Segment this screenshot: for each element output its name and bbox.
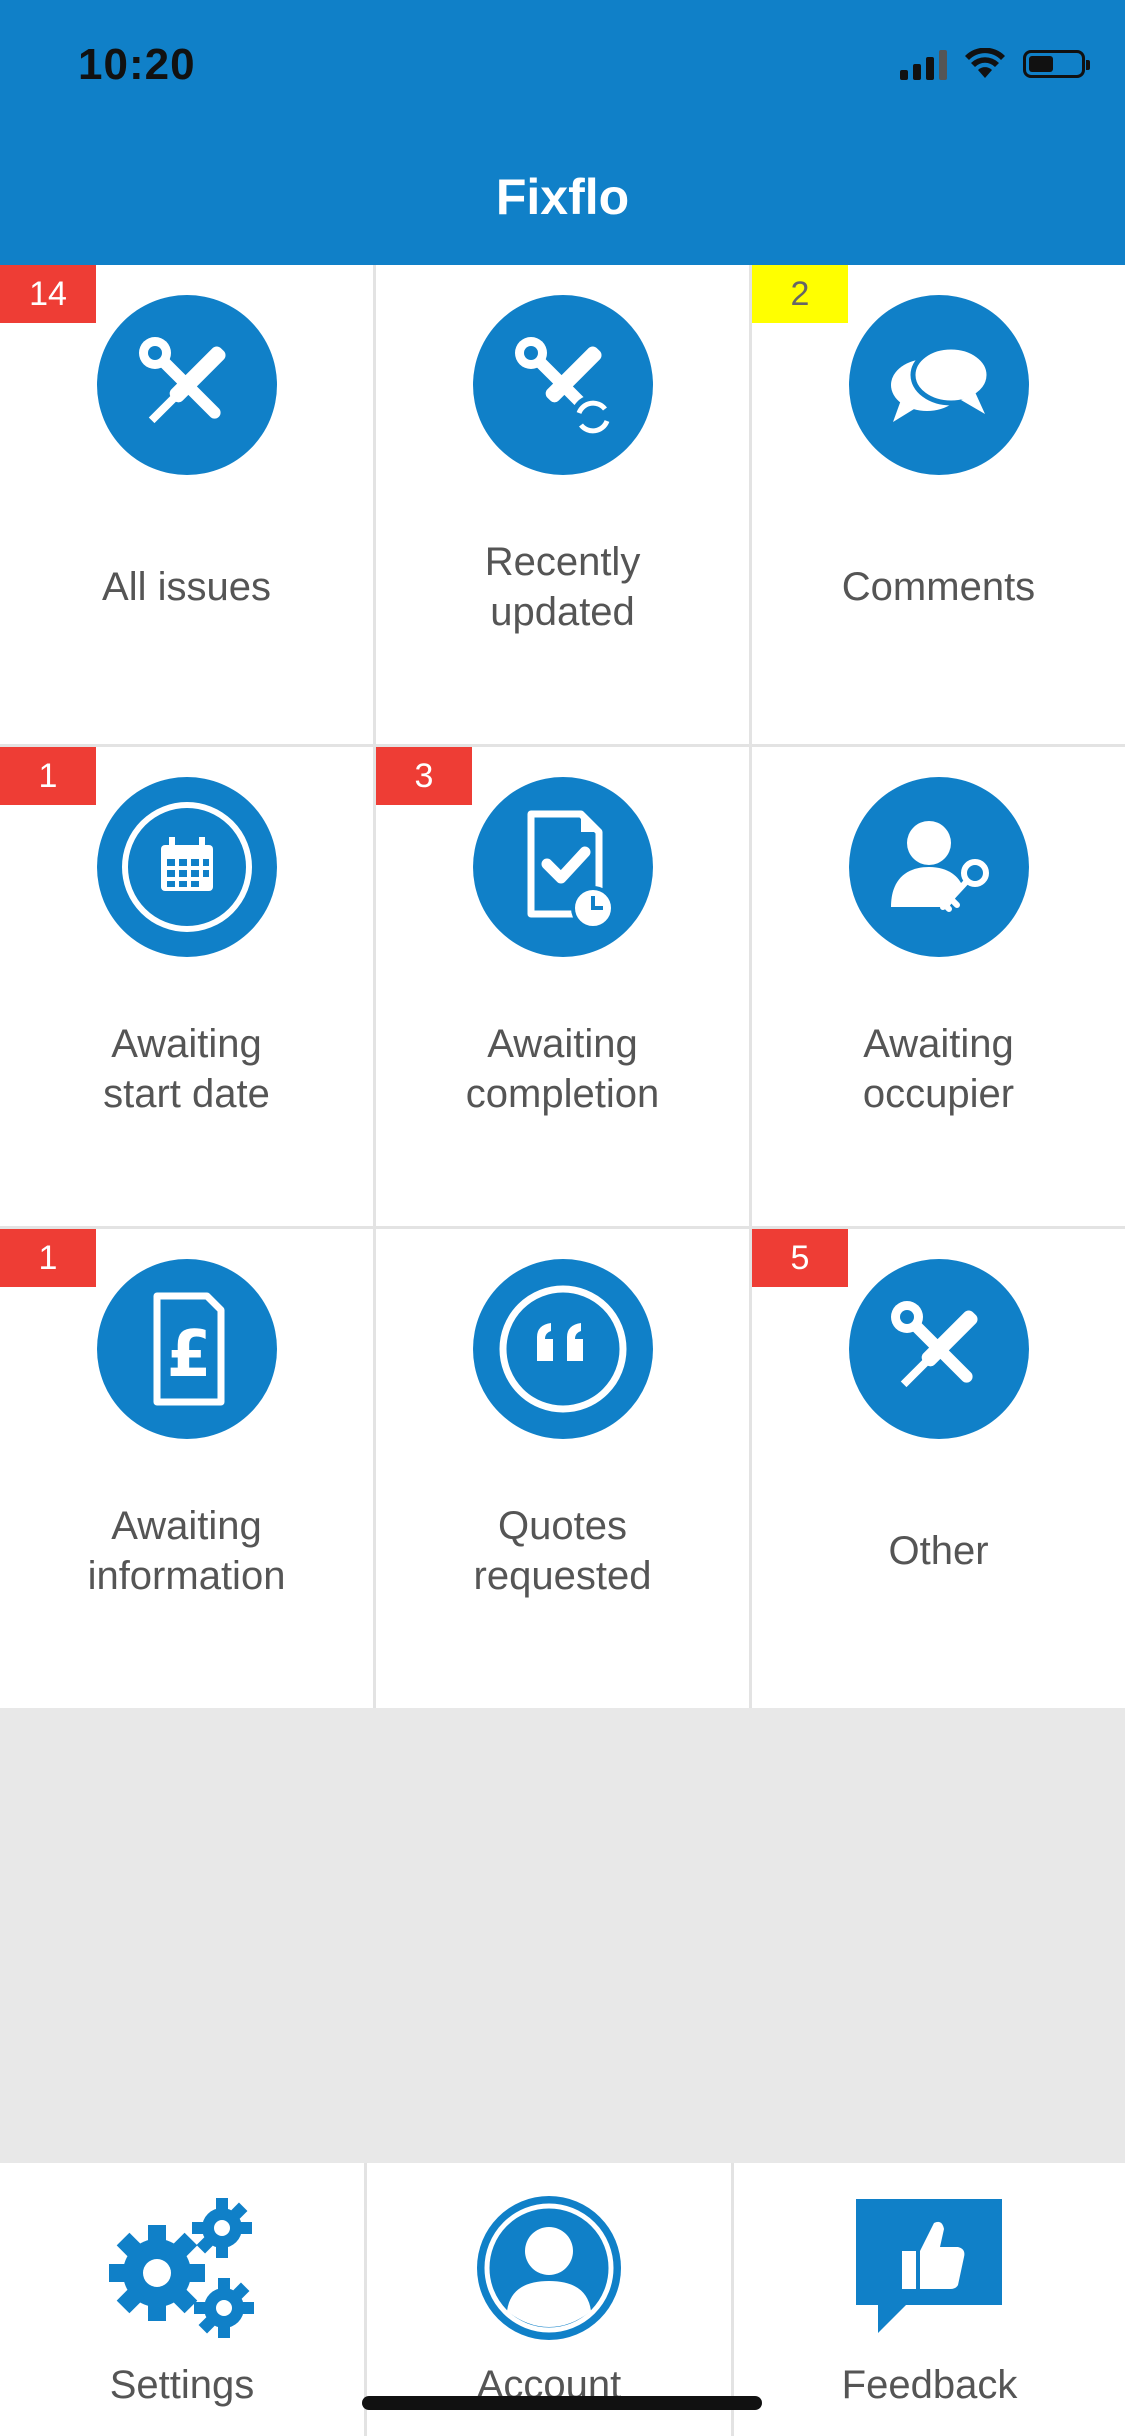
tile-quotes-requested[interactable]: Quotes requested [376,1229,749,1708]
tile-label-line1: Awaiting [487,1022,638,1066]
page-title: Fixflo [495,169,630,225]
wrench-screwdriver-icon [848,1259,1029,1439]
tile-label-line2: occupier [862,1072,1015,1116]
home-indicator[interactable] [362,2396,762,2410]
tile-awaiting-information[interactable]: 1 £ Awaiting information [0,1229,373,1708]
svg-text:£: £ [166,1318,211,1392]
nav-feedback[interactable]: Feedback [734,2163,1125,2436]
status-time: 10:20 [78,40,196,89]
wrench-screwdriver-icon [96,295,277,475]
comment-count-badge: 2 [752,265,848,323]
battery-icon [1023,50,1090,78]
tile-label-line2: completion [465,1072,660,1116]
tile-label: Quotes requested [376,1504,749,1708]
tile-label-line1: Comments [841,565,1036,609]
tile-label-line2: start date [103,1072,270,1116]
issue-count-badge: 3 [376,747,472,805]
tile-label-line1: Quotes [498,1504,627,1548]
issue-count-badge: 1 [0,1229,96,1287]
wrench-refresh-icon [472,295,653,475]
nav-settings[interactable]: Settings [0,2163,364,2436]
tile-label: Awaiting completion [376,1022,749,1226]
speech-bubbles-icon [848,295,1029,475]
tile-label: Awaiting information [0,1504,373,1708]
app-header: 10:20 Fixflo [0,0,1125,265]
tile-label-line1: Awaiting [111,1504,262,1548]
tile-label: All issues [0,540,373,744]
issue-count-badge: 14 [0,265,96,323]
tile-label: Comments [752,540,1125,744]
calendar-icon [96,777,277,957]
status-icons [900,48,1090,80]
tile-label-line1: All issues [102,565,271,609]
tile-awaiting-occupier[interactable]: Awaiting occupier [752,747,1125,1226]
tile-label-line2: requested [473,1554,652,1598]
document-check-clock-icon [472,777,653,957]
quote-icon [472,1259,653,1439]
tile-label-line1: Awaiting [863,1022,1014,1066]
tile-label-line1: Other [888,1529,989,1573]
tile-recently-updated[interactable]: Recently updated [376,265,749,744]
tile-label-line1: Awaiting [111,1022,262,1066]
issue-count-badge: 1 [0,747,96,805]
issue-count-badge: 5 [752,1229,848,1287]
tile-all-issues[interactable]: 14 All issues [0,265,373,744]
pound-document-icon: £ [96,1259,277,1439]
thumbs-up-bubble-icon [850,2193,1010,2343]
cellular-signal-icon [900,48,947,80]
tile-label-line1: Recently [484,540,641,584]
tile-other[interactable]: 5 Other [752,1229,1125,1708]
tile-awaiting-start-date[interactable]: 1 Awaiting start date [0,747,373,1226]
tile-label: Awaiting occupier [752,1022,1125,1226]
tile-label: Recently updated [376,540,749,744]
tile-label-line2: updated [490,590,635,634]
tile-awaiting-completion[interactable]: 3 Awaiting completion [376,747,749,1226]
tile-comments[interactable]: 2 Comments [752,265,1125,744]
person-key-icon [848,777,1029,957]
tile-label-line2: information [87,1554,286,1598]
tile-label: Other [752,1504,1125,1708]
gears-icon [102,2193,262,2343]
nav-label: Settings [109,2363,255,2407]
category-grid: 14 All issues Recently updated 2 Comment… [0,265,1125,1708]
wifi-icon [965,48,1005,78]
account-icon [469,2193,629,2343]
tile-label: Awaiting start date [0,1022,373,1226]
nav-label: Feedback [841,2363,1018,2407]
